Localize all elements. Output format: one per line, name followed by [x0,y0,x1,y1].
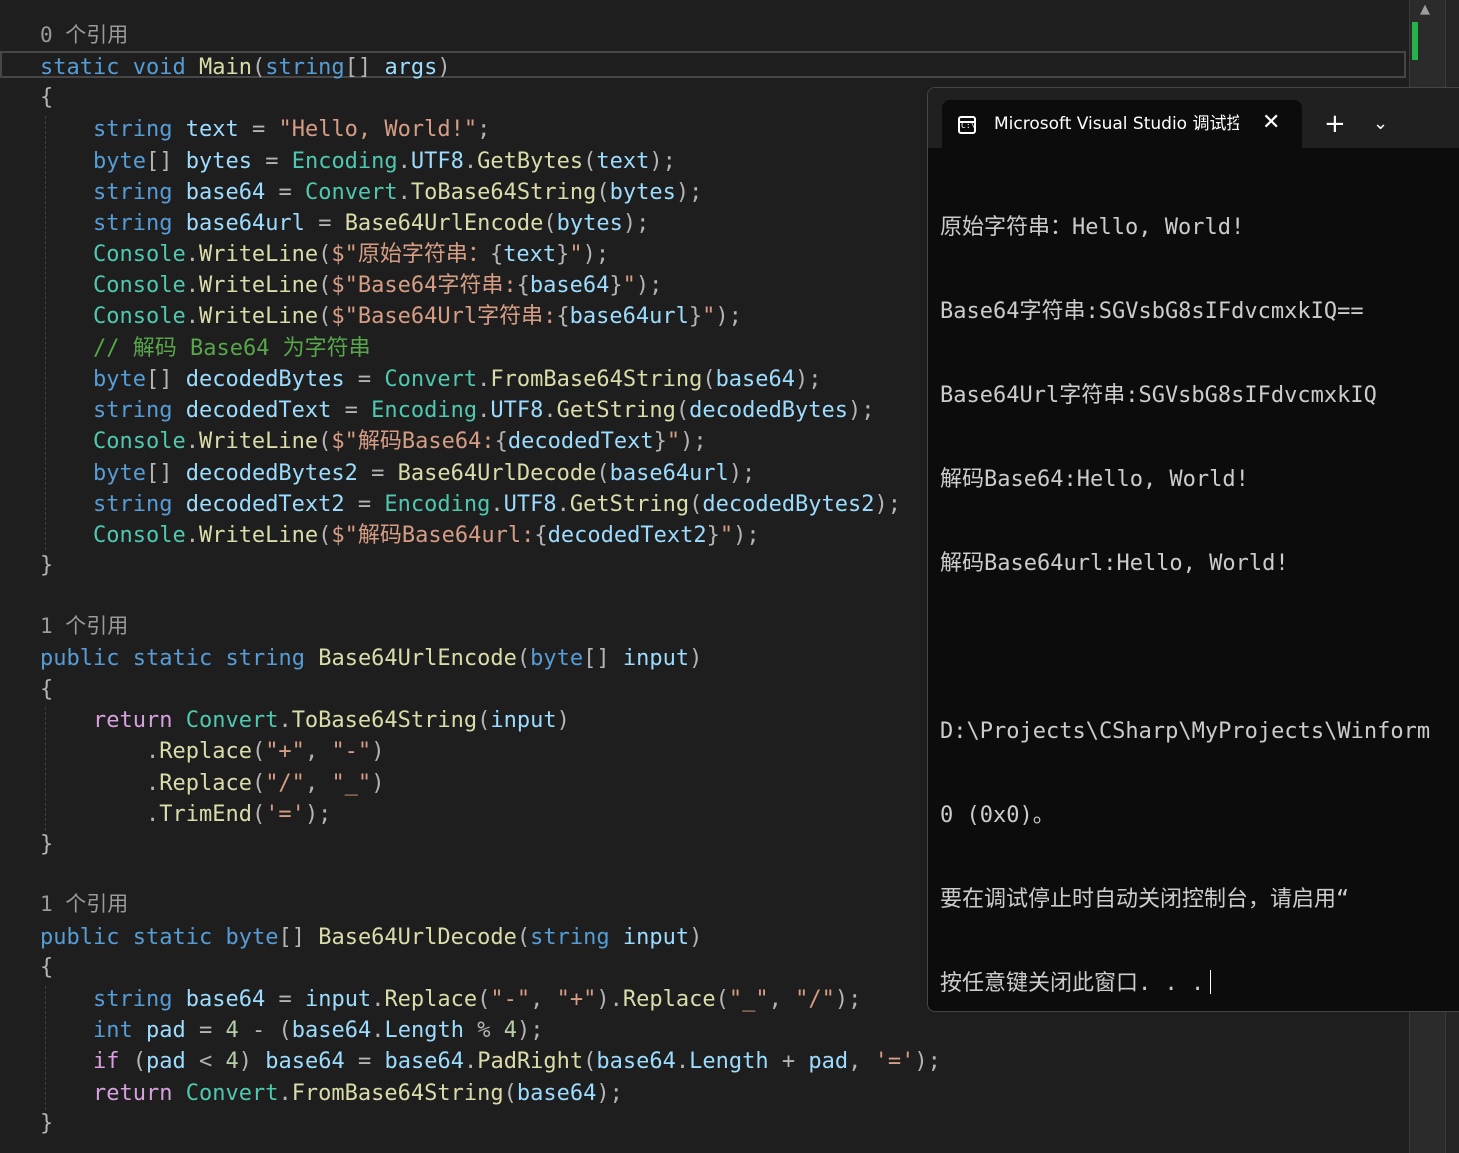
code-line: .TrimEnd('='); [145,802,332,827]
text-cursor [1210,970,1212,994]
chevron-down-icon[interactable]: ⌄ [1373,110,1388,138]
terminal-line: 要在调试停止时自动关闭控制台，请启用“ [940,887,1350,912]
terminal-line: Base64字符串:SGVsbG8sIFdvcmxkIQ== [940,299,1364,324]
code-line: } [40,1111,54,1136]
code-line: string base64 = input.Replace("-", "+").… [92,987,862,1012]
code-line: static void Main(string[] args) [40,55,451,80]
terminal-tab[interactable]: C:\ Microsoft Visual Studio 调试控制台 ✕ [942,100,1302,148]
code-line: public static string Base64UrlEncode(byt… [40,646,703,671]
codelens-references[interactable]: 1 个引用 [40,889,128,920]
code-line: .Replace("+", "-") [145,739,385,764]
code-line: string base64url = Base64UrlEncode(bytes… [92,211,650,236]
terminal-line: 解码Base64url:Hello, World! [940,551,1289,576]
code-line: Console.WriteLine($"原始字符串：{text}"); [92,242,610,267]
code-line: Console.WriteLine($"Base64字符串:{base64}")… [92,273,663,298]
terminal-line: 按任意键关闭此窗口. . . [940,971,1205,996]
code-line: { [40,85,54,110]
scroll-up-arrow-icon[interactable]: ▲ [1420,2,1430,17]
code-line: int pad = 4 - (base64.Length % 4); [92,1018,544,1043]
code-line: byte[] decodedBytes = Convert.FromBase64… [92,367,822,392]
code-line: string base64 = Convert.ToBase64String(b… [92,180,703,205]
code-line: return Convert.ToBase64String(input) [92,708,570,733]
code-line: byte[] decodedBytes2 = Base64UrlDecode(b… [92,461,756,486]
terminal-line: 原始字符串：Hello, World! [940,215,1245,240]
code-line: string decodedText2 = Encoding.UTF8.GetS… [92,492,902,517]
codelens-references[interactable]: 1 个引用 [40,611,128,642]
terminal-output[interactable]: 原始字符串：Hello, World! Base64字符串:SGVsbG8sIF… [940,158,1459,1011]
plus-icon[interactable]: + [1324,110,1346,138]
terminal-tab-title: Microsoft Visual Studio 调试控制台 [994,114,1239,134]
terminal-prompt-line: 按任意键关闭此窗口. . . [940,970,1459,998]
code-line: } [40,832,54,857]
code-line: { [40,677,54,702]
code-line: } [40,553,54,578]
terminal-line: 解码Base64:Hello, World! [940,467,1249,492]
code-line: Console.WriteLine($"解码Base64url:{decoded… [92,523,760,548]
code-line: Console.WriteLine($"解码Base64:{decodedTex… [92,429,707,454]
terminal-titlebar: C:\ Microsoft Visual Studio 调试控制台 ✕ + ⌄ [928,88,1459,148]
terminal-line: 0 (0x0)。 [940,803,1055,828]
code-line: public static byte[] Base64UrlDecode(str… [40,925,703,950]
code-line: return Convert.FromBase64String(base64); [92,1081,623,1106]
debug-console-window[interactable]: C:\ Microsoft Visual Studio 调试控制台 ✕ + ⌄ … [927,87,1459,1012]
code-line: if (pad < 4) base64 = base64.PadRight(ba… [92,1049,941,1074]
code-line: Console.WriteLine($"Base64Url字符串:{base64… [92,304,742,329]
code-line: { [40,955,54,980]
code-line: string text = "Hello, World!"; [92,117,491,142]
terminal-line: Base64Url字符串:SGVsbG8sIFdvcmxkIQ [940,383,1377,408]
terminal-line: D:\Projects\CSharp\MyProjects\Winform [940,719,1431,744]
code-line: // 解码 Base64 为字符串 [92,336,371,361]
console-icon: C:\ [958,116,976,134]
scrollbar-change-marker [1412,22,1418,60]
code-line: string decodedText = Encoding.UTF8.GetSt… [92,398,875,423]
codelens-references[interactable]: 0 个引用 [40,20,128,51]
code-line: .Replace("/", "_") [145,771,385,796]
close-icon[interactable]: ✕ [1262,100,1280,148]
code-line: byte[] bytes = Encoding.UTF8.GetBytes(te… [92,149,676,174]
